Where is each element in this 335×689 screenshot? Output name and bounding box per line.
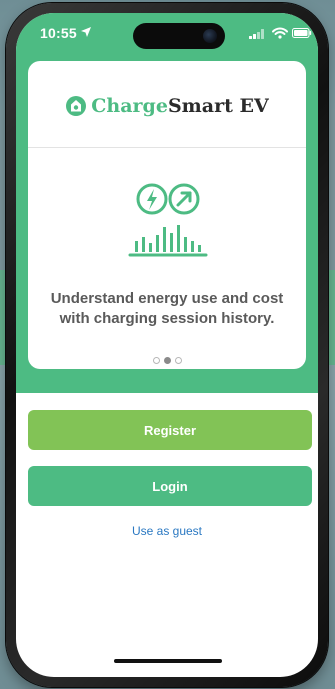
status-time: 10:55	[40, 25, 77, 41]
phone-screen: 10:55 ChargeSmart EV Understand energy u…	[16, 13, 318, 677]
pagination-dot[interactable]	[152, 357, 160, 364]
phone-frame: 10:55 ChargeSmart EV Understand energy u…	[6, 3, 328, 687]
brand-header: ChargeSmart EV	[28, 93, 306, 119]
carousel-pagination	[28, 357, 306, 367]
brand-name-part1: Charge	[91, 95, 168, 117]
home-indicator[interactable]	[114, 659, 222, 663]
plug-logo-icon	[66, 96, 87, 116]
wifi-icon	[272, 27, 288, 39]
energy-cost-history-icon	[128, 183, 208, 257]
register-button[interactable]: Register	[28, 410, 312, 450]
brand-name: ChargeSmart EV	[91, 95, 268, 117]
card-divider	[28, 147, 306, 148]
camera-lens	[203, 29, 217, 43]
onboarding-card: ChargeSmart EV Understand energy use and…	[28, 61, 306, 369]
login-button[interactable]: Login	[28, 466, 312, 506]
location-arrow-icon	[81, 27, 91, 37]
use-as-guest-link[interactable]: Use as guest	[16, 524, 318, 538]
dynamic-island	[133, 23, 225, 49]
signal-icon	[249, 29, 264, 39]
onboarding-description: Understand energy use and cost with char…	[50, 290, 284, 327]
brand-name-part2: Smart EV	[167, 95, 269, 117]
pagination-dot-active[interactable]	[163, 357, 171, 364]
pagination-dot[interactable]	[174, 357, 182, 364]
battery-icon	[292, 28, 312, 38]
